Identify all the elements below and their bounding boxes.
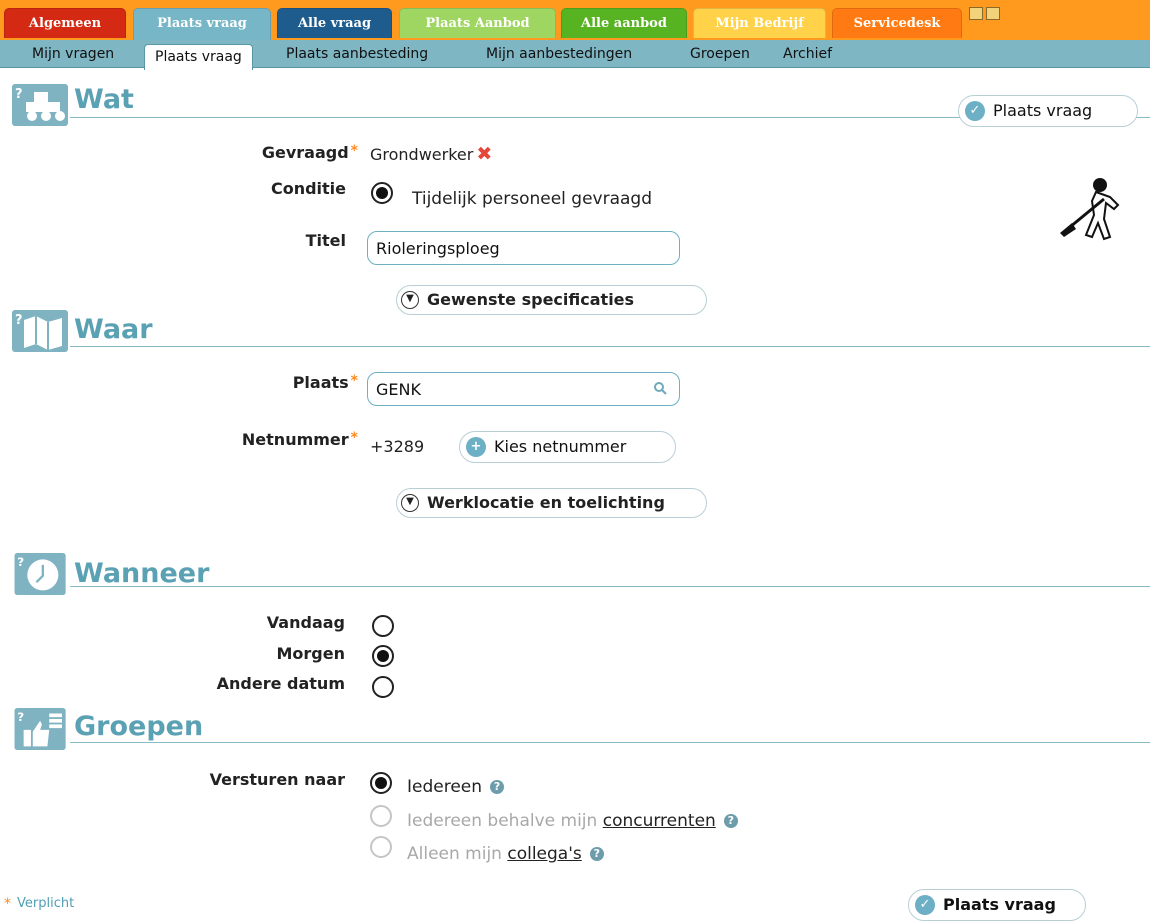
sub-nav: Mijn vragen Plaats vraag Plaats aanbeste… xyxy=(0,40,1150,70)
plus-icon: + xyxy=(466,437,486,457)
svg-text:?: ? xyxy=(17,710,24,724)
worker-shovel-icon xyxy=(1060,178,1120,241)
submit-button-top[interactable]: ✓ Plaats vraag xyxy=(958,95,1138,127)
submit-button-bottom[interactable]: ✓ Plaats vraag xyxy=(908,889,1086,921)
search-icon[interactable] xyxy=(653,381,667,395)
location-expander-label: Werklocatie en toelichting xyxy=(427,493,665,512)
check-icon: ✓ xyxy=(915,895,935,915)
section-title-groepen: Groepen xyxy=(74,711,204,742)
location-expander[interactable]: ▼ Werklocatie en toelichting xyxy=(396,488,707,518)
help-icon[interactable]: ? xyxy=(490,780,505,794)
check-icon: ✓ xyxy=(965,101,985,121)
chevron-down-icon: ▼ xyxy=(401,291,419,309)
plaats-input[interactable] xyxy=(367,372,680,406)
sitemap-icon[interactable] xyxy=(969,7,983,20)
plaats-label-text: Plaats xyxy=(292,373,349,392)
submit-label: Plaats vraag xyxy=(943,895,1056,914)
versturen-radio-iedereen[interactable] xyxy=(370,772,392,794)
collegas-link[interactable]: collega's xyxy=(507,844,581,864)
specs-expander-label: Gewenste specificaties xyxy=(427,290,635,309)
conditie-radio[interactable] xyxy=(371,182,393,204)
truck-icon: ? xyxy=(12,84,68,126)
netnummer-label-text: Netnummer xyxy=(241,430,349,449)
gevraagd-value-text: Grondwerker xyxy=(370,145,474,164)
wanneer-option-label: Vandaag xyxy=(266,613,345,632)
tab-plaats-vraag[interactable]: Plaats vraag xyxy=(133,8,271,40)
subnav-mijn-aanbestedingen[interactable]: Mijn aanbestedingen xyxy=(486,46,632,62)
required-star: * xyxy=(350,373,358,389)
svg-text:?: ? xyxy=(15,313,23,328)
required-star: * xyxy=(4,896,11,912)
versturen-option-collegas: Alleen mijn collega's? xyxy=(407,844,604,864)
wanneer-radio-morgen[interactable] xyxy=(372,645,394,667)
tab-mijn-bedrijf[interactable]: Mijn Bedrijf xyxy=(693,8,826,38)
window-controls xyxy=(969,7,1009,23)
gevraagd-label-text: Gevraagd xyxy=(261,143,349,162)
conditie-label: Conditie xyxy=(270,179,346,198)
tab-alle-vraag[interactable]: Alle vraag xyxy=(277,8,392,38)
titel-label: Titel xyxy=(305,231,346,250)
concurrenten-link[interactable]: concurrenten xyxy=(603,811,716,831)
option-behalve-text: Iedereen behalve mijn xyxy=(407,811,603,831)
wanneer-option-label: Morgen xyxy=(276,644,346,663)
svg-text:?: ? xyxy=(17,555,24,569)
divider xyxy=(70,346,1150,347)
versturen-option-iedereen: Iedereen? xyxy=(407,777,505,797)
kies-netnummer-label: Kies netnummer xyxy=(494,437,627,456)
subnav-archief[interactable]: Archief xyxy=(783,46,832,62)
help-icon[interactable]: ? xyxy=(723,814,738,828)
option-collegas-text: Alleen mijn xyxy=(407,844,508,864)
divider xyxy=(70,742,1150,743)
required-footnote-text: Verplicht xyxy=(17,896,75,911)
conditie-option-text: Tijdelijk personeel gevraagd xyxy=(412,189,653,209)
subnav-plaats-vraag[interactable]: Plaats vraag xyxy=(144,44,253,70)
wanneer-option-label: Andere datum xyxy=(216,674,345,693)
section-title-waar: Waar xyxy=(74,314,153,345)
remove-icon[interactable]: ✖ xyxy=(476,143,492,165)
submit-label: Plaats vraag xyxy=(993,101,1093,120)
required-star: * xyxy=(350,430,358,446)
gevraagd-value: Grondwerker ✖ xyxy=(370,143,492,165)
subnav-groepen[interactable]: Groepen xyxy=(690,46,750,62)
wanneer-radio-andere-datum[interactable] xyxy=(372,676,394,698)
option-iedereen-text: Iedereen xyxy=(407,777,483,797)
top-tab-bar: Algemeen Plaats vraag Alle vraag Plaats … xyxy=(0,0,1150,40)
tab-alle-aanbod[interactable]: Alle aanbod xyxy=(561,8,687,38)
svg-text:?: ? xyxy=(15,87,23,102)
required-footnote: * Verplicht xyxy=(2,896,74,912)
tab-plaats-aanbod[interactable]: Plaats Aanbod xyxy=(399,8,556,38)
specs-expander[interactable]: ▼ Gewenste specificaties xyxy=(396,285,707,315)
tab-algemeen[interactable]: Algemeen xyxy=(4,8,126,38)
kies-netnummer-button[interactable]: + Kies netnummer xyxy=(459,431,676,463)
section-title-wanneer: Wanneer xyxy=(74,558,210,589)
lock-icon[interactable] xyxy=(986,7,1000,20)
map-icon: ? xyxy=(12,310,68,352)
netnummer-label: Netnummer * xyxy=(242,430,358,449)
titel-input[interactable] xyxy=(367,231,680,265)
versturen-radio-collegas[interactable] xyxy=(370,836,392,858)
section-title-wat: Wat xyxy=(74,84,134,115)
required-star: * xyxy=(350,143,358,159)
versturen-radio-behalve-concurrenten[interactable] xyxy=(370,805,392,827)
subnav-mijn-vragen[interactable]: Mijn vragen xyxy=(32,46,114,62)
tab-servicedesk[interactable]: Servicedesk xyxy=(832,8,962,38)
divider xyxy=(70,586,1150,587)
plaats-field xyxy=(367,372,680,406)
versturen-option-behalve-concurrenten: Iedereen behalve mijn concurrenten? xyxy=(407,811,738,831)
help-icon[interactable]: ? xyxy=(589,847,604,861)
clock-icon: ? xyxy=(14,553,66,595)
plaats-label: Plaats * xyxy=(293,373,358,392)
wanneer-radio-vandaag[interactable] xyxy=(372,615,394,637)
chevron-down-icon: ▼ xyxy=(401,494,419,512)
thumbs-icon: ? xyxy=(14,708,66,750)
subnav-plaats-aanbesteding[interactable]: Plaats aanbesteding xyxy=(286,46,428,62)
versturen-label: Versturen naar xyxy=(209,770,345,789)
gevraagd-label: Gevraagd * xyxy=(262,143,358,162)
netnummer-value: +3289 xyxy=(370,437,425,456)
